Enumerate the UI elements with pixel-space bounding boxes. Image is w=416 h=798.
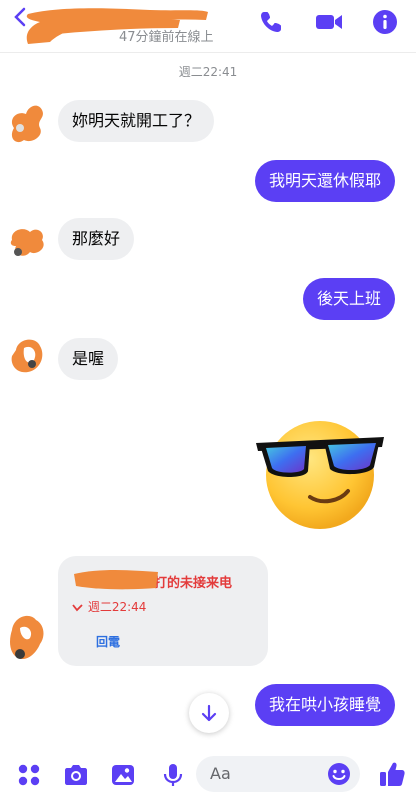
scroll-to-bottom-button[interactable] [189, 693, 229, 733]
incoming-message[interactable]: 妳明天就開工了？ [58, 100, 215, 142]
conversation-timestamp: 週二22:41 [178, 65, 238, 79]
sunglasses-emoji[interactable] [254, 417, 386, 529]
thumbs-up-icon[interactable] [378, 760, 406, 788]
missed-call-arrow-icon [72, 603, 83, 611]
outgoing-message[interactable]: 我明天還休假耶 [254, 160, 395, 202]
incoming-message[interactable]: 那麼好 [58, 218, 135, 260]
info-icon[interactable] [372, 9, 398, 35]
microphone-icon[interactable] [160, 762, 186, 788]
online-status: 47分鐘前在線上 [119, 30, 214, 45]
contact-avatar[interactable] [6, 606, 48, 666]
phone-icon[interactable] [258, 9, 284, 35]
outgoing-message[interactable]: 後天上班 [302, 278, 395, 320]
message-input[interactable]: Aa [196, 756, 360, 792]
apps-grid-icon[interactable] [16, 762, 42, 788]
arrow-down-icon [201, 704, 217, 722]
call-back-button[interactable]: 回電 [96, 633, 120, 650]
missed-call-time: 週二22:44 [87, 600, 147, 614]
message-composer: Aa [0, 746, 416, 798]
outgoing-message[interactable]: 我在哄小孩睡覺 [254, 684, 395, 726]
image-icon[interactable] [110, 762, 136, 788]
contact-avatar[interactable] [6, 330, 48, 378]
contact-avatar[interactable] [6, 218, 48, 266]
redacted-caller-name [74, 570, 158, 590]
emoji-icon[interactable] [326, 761, 352, 787]
contact-avatar[interactable] [6, 100, 48, 148]
incoming-message[interactable]: 是喔 [58, 338, 119, 380]
message-input-placeholder: Aa [210, 764, 231, 783]
video-camera-icon[interactable] [314, 9, 344, 35]
missed-call-time-row: 週二22:44 [72, 598, 146, 615]
camera-icon[interactable] [62, 762, 90, 788]
missed-call-card[interactable]: 打的未接来电 週二22:44 回電 [58, 556, 268, 666]
chat-header: 47分鐘前在線上 [0, 0, 416, 53]
